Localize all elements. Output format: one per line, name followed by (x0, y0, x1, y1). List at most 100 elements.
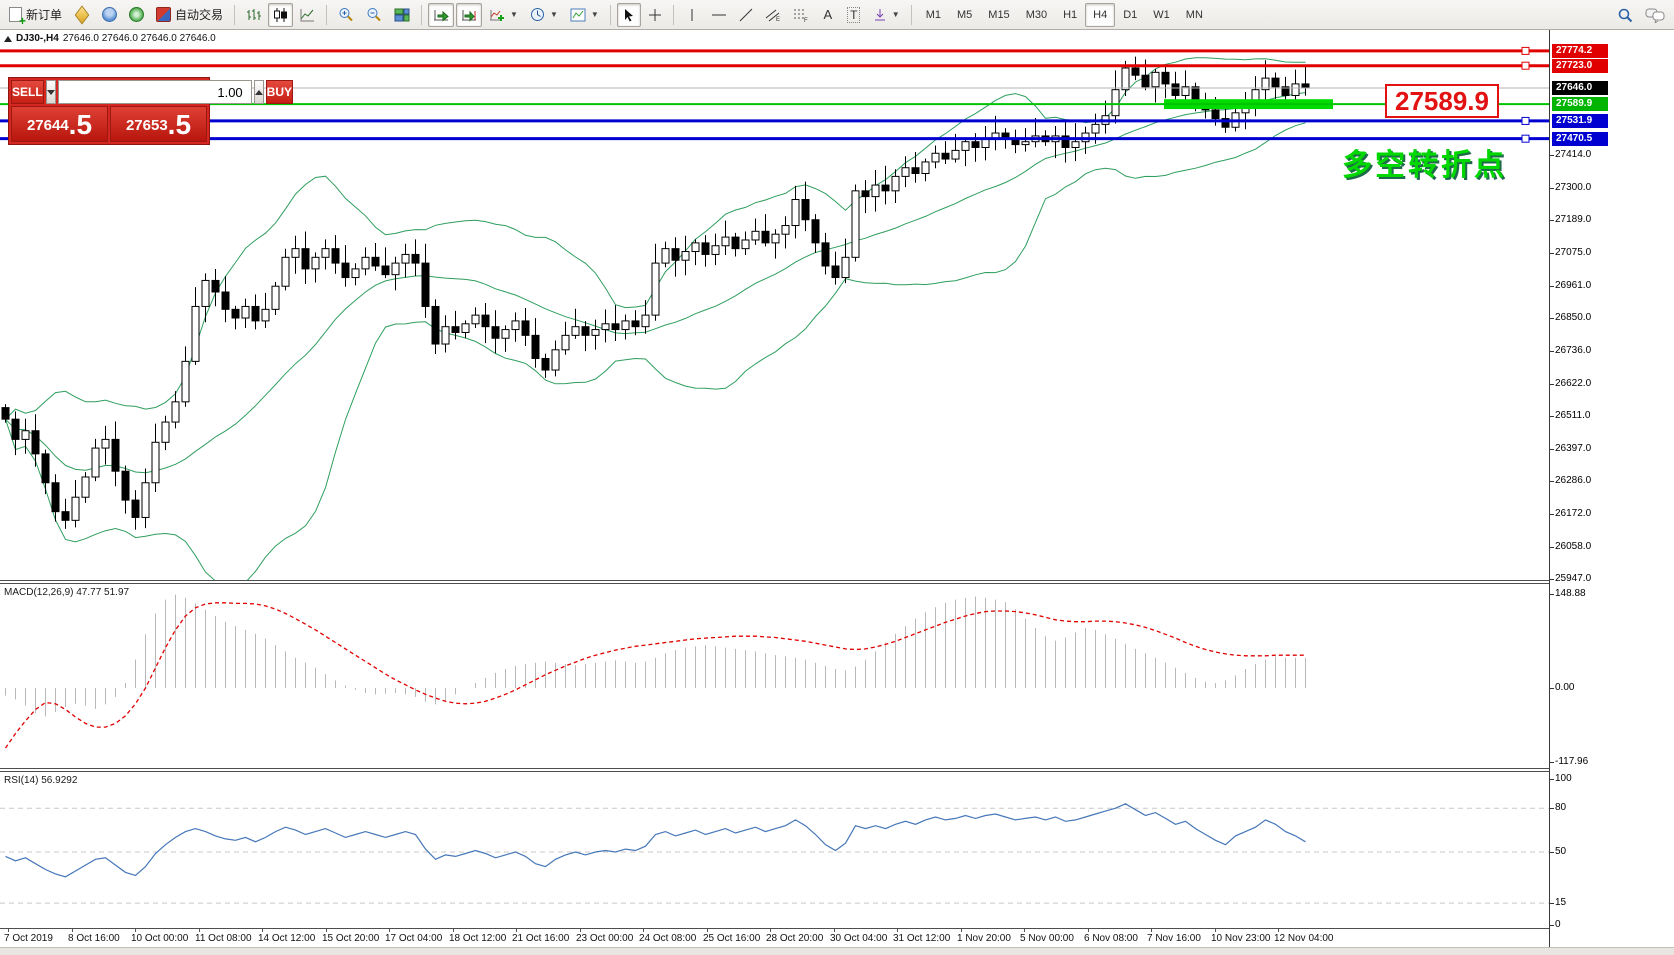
bar-chart-button[interactable] (241, 3, 266, 27)
toolbar-separator (326, 5, 327, 25)
time-tick: 17 Oct 04:00 (385, 933, 442, 944)
line-handle[interactable] (1522, 117, 1529, 124)
candle-body (1092, 124, 1099, 133)
timeframe-H1[interactable]: H1 (1055, 3, 1085, 27)
candle-body (512, 321, 519, 330)
candlestick-chart-button[interactable] (268, 3, 293, 27)
autoscroll-button[interactable] (428, 3, 454, 27)
autotrading-button[interactable]: 自动交易 (151, 3, 228, 27)
volume-input[interactable] (58, 80, 252, 104)
timeframe-M15[interactable]: M15 (980, 3, 1017, 27)
label-tool-button[interactable]: T (842, 3, 866, 27)
candle-body (292, 249, 299, 258)
vertical-line-button[interactable] (680, 3, 704, 27)
volume-decrease-button[interactable] (46, 80, 56, 104)
trendline-button[interactable] (734, 3, 758, 27)
news-button[interactable] (124, 3, 149, 27)
candle-body (532, 335, 539, 358)
pane-splitter[interactable] (0, 768, 1674, 772)
toolbar-separator (610, 5, 611, 25)
candle-body (152, 442, 159, 482)
candle-body (72, 497, 79, 520)
candle-body (192, 306, 199, 361)
equidistant-channel-button[interactable]: E (760, 3, 786, 27)
bar-chart-icon (246, 8, 261, 22)
rsi-pane[interactable] (0, 772, 1549, 928)
candle-body (412, 254, 419, 263)
timeframe-M30[interactable]: M30 (1018, 3, 1055, 27)
volume-increase-button[interactable] (254, 80, 264, 104)
time-tick: 1 Nov 20:00 (957, 933, 1011, 944)
shapes-button[interactable]: ▼ (868, 3, 905, 27)
indicators-button[interactable]: ▼ (484, 3, 523, 27)
time-tickmark (1278, 929, 1279, 932)
dropdown-caret-icon: ▼ (550, 10, 558, 19)
text-tool-button[interactable]: A (816, 3, 840, 27)
candle-body (662, 249, 669, 263)
price-tick: 26961.0 (1555, 280, 1591, 291)
time-tick: 7 Nov 16:00 (1147, 933, 1201, 944)
timeframe-D1[interactable]: D1 (1115, 3, 1145, 27)
horizontal-line-button[interactable] (706, 3, 732, 27)
cursor-button[interactable] (617, 3, 641, 27)
candle-body (42, 454, 49, 483)
line-handle[interactable] (1522, 47, 1529, 54)
price-tickmark (1550, 318, 1554, 319)
candle-body (402, 254, 409, 263)
chart-shift-button[interactable] (456, 3, 482, 27)
fibonacci-button[interactable]: F (788, 3, 814, 27)
candle-body (52, 483, 59, 512)
crosshair-button[interactable] (643, 3, 667, 27)
timeframe-H4[interactable]: H4 (1085, 3, 1115, 27)
collapse-panel-icon[interactable] (4, 36, 12, 42)
sell-button[interactable]: SELL (11, 80, 44, 104)
periods-button[interactable]: ▼ (525, 3, 563, 27)
cursor-icon (623, 8, 635, 22)
price-tick: 26397.0 (1555, 443, 1591, 454)
market-button[interactable] (69, 3, 95, 27)
signals-button[interactable] (97, 3, 122, 27)
price-tick: 27189.0 (1555, 214, 1591, 225)
pane-splitter[interactable] (0, 580, 1674, 584)
price-axis[interactable]: 27414.027300.027189.027075.026961.026850… (1549, 30, 1674, 947)
time-axis[interactable]: 7 Oct 20198 Oct 16:0010 Oct 00:0011 Oct … (0, 928, 1549, 948)
price-tick: 26172.0 (1555, 508, 1591, 519)
macd-pane[interactable] (0, 584, 1549, 768)
line-chart-icon (300, 8, 315, 22)
rsi-tickmark (1550, 779, 1554, 780)
line-chart-button[interactable] (295, 3, 320, 27)
new-order-button[interactable]: + 新订单 (4, 3, 67, 27)
candle-body (792, 200, 799, 226)
zoom-out-button[interactable] (361, 3, 387, 27)
buy-button[interactable]: BUY (266, 80, 293, 104)
timeframe-W1[interactable]: W1 (1145, 3, 1178, 27)
main-price-pane[interactable] (0, 30, 1549, 580)
candle-body (1172, 84, 1179, 96)
time-tick: 14 Oct 12:00 (258, 933, 315, 944)
candle-body (122, 471, 129, 500)
candle-body (222, 292, 229, 309)
macd-label: MACD(12,26,9) 47.77 51.97 (4, 587, 129, 598)
price-level-label: 27589.9 (1552, 97, 1608, 111)
candle-body (742, 240, 749, 249)
line-handle[interactable] (1522, 135, 1529, 142)
chart-window[interactable]: DJ30-,H4 27646.0 27646.0 27646.0 27646.0… (0, 30, 1674, 955)
search-button[interactable] (1612, 3, 1638, 27)
line-handle[interactable] (1522, 62, 1529, 69)
buy-price-button[interactable]: 27653 .5 (110, 106, 207, 142)
svg-text:E: E (776, 17, 780, 22)
templates-button[interactable]: ▼ (565, 3, 604, 27)
time-tick: 8 Oct 16:00 (68, 933, 120, 944)
candle-body (912, 168, 919, 174)
timeframe-M1[interactable]: M1 (918, 3, 949, 27)
rsi-tickmark (1550, 903, 1554, 904)
timeframe-MN[interactable]: MN (1178, 3, 1211, 27)
zoom-in-button[interactable] (333, 3, 359, 27)
time-tickmark (834, 929, 835, 932)
tile-windows-button[interactable] (389, 3, 415, 27)
chat-button[interactable] (1640, 3, 1670, 27)
sell-price-button[interactable]: 27644 .5 (11, 106, 108, 142)
time-tick: 10 Oct 00:00 (131, 933, 188, 944)
timeframe-M5[interactable]: M5 (949, 3, 980, 27)
price-level-label: 27531.9 (1552, 114, 1608, 128)
